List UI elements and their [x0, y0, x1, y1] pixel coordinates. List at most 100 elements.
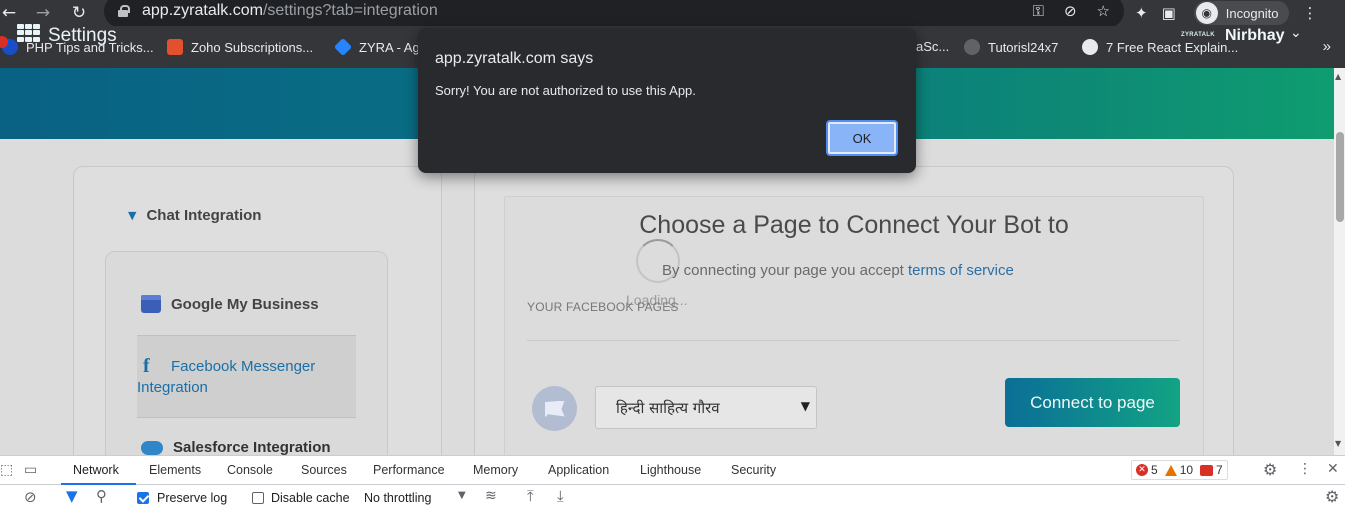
search-icon[interactable]: ⚲ — [96, 487, 107, 505]
page-select[interactable]: हिन्दी साहित्य गौरव ▼ — [595, 386, 817, 429]
dialog-message: Sorry! You are not authorized to use thi… — [435, 83, 696, 98]
apps-grid-icon[interactable] — [17, 24, 40, 42]
inspect-icon[interactable]: ⬚ — [0, 462, 13, 478]
tab-performance[interactable]: Performance — [373, 463, 445, 477]
sidebar-item-label: Google My Business — [171, 295, 319, 313]
page-avatar — [532, 386, 577, 431]
extensions-icon[interactable]: ✦ — [1135, 4, 1148, 22]
filter-icon[interactable]: ▼ — [66, 487, 78, 505]
bookmark-label: Zoho Subscriptions... — [191, 39, 314, 55]
menu-icon[interactable]: ⋮ — [1303, 4, 1318, 22]
page-scrollbar[interactable] — [1334, 68, 1345, 455]
chevron-down-icon[interactable]: ⌄ — [1290, 25, 1302, 41]
bookmark-item[interactable]: ZYRA - Ag — [333, 37, 420, 57]
sidebar-item-google-my-business[interactable]: Google My Business — [141, 295, 319, 313]
preserve-log-label: Preserve log — [157, 491, 228, 505]
bookmark-label: ZYRA - Ag — [359, 39, 420, 55]
scroll-thumb[interactable] — [1336, 132, 1344, 222]
react-icon — [1082, 39, 1098, 55]
url-host: app.zyratalk.com — [142, 2, 263, 19]
error-icon: ✕ — [1136, 464, 1148, 476]
url-path: /settings?tab=integration — [262, 2, 438, 19]
network-conditions-icon[interactable]: ≋ — [485, 488, 497, 504]
google-my-business-icon — [141, 295, 161, 313]
bookmark-item[interactable]: Zoho Subscriptions... — [167, 39, 313, 55]
warning-count: 10 — [1179, 463, 1194, 477]
disable-cache-label: Disable cache — [271, 491, 350, 505]
download-icon[interactable]: ⤓ — [557, 487, 564, 505]
dialog-title: app.zyratalk.com says — [435, 50, 594, 67]
tab-sources[interactable]: Sources — [301, 463, 347, 477]
disable-cache-checkbox[interactable] — [252, 492, 264, 504]
upload-icon[interactable]: ⤒ — [527, 487, 534, 505]
tab-security[interactable]: Security — [731, 463, 776, 477]
bookmark-label: aSc... — [916, 39, 950, 54]
back-icon[interactable]: ← — [0, 0, 24, 26]
tab-console[interactable]: Console — [227, 463, 273, 477]
user-menu[interactable]: Nirbhay — [1225, 27, 1285, 45]
lock-icon — [118, 5, 130, 17]
issues-counter[interactable]: ✕ 5 10 7 — [1131, 460, 1228, 480]
error-count: 5 — [1151, 463, 1158, 477]
close-icon[interactable]: ✕ — [1327, 461, 1339, 477]
tab-elements[interactable]: Elements — [149, 463, 201, 477]
scroll-up-icon[interactable]: ▲ — [1335, 72, 1341, 81]
ok-button[interactable]: OK — [826, 120, 898, 156]
reload-icon[interactable]: ↻ — [64, 0, 94, 26]
terms-of-service-link[interactable]: terms of service — [908, 262, 1014, 279]
salesforce-icon — [141, 440, 163, 455]
pages-header: YOUR FACEBOOK PAGES — [527, 300, 679, 314]
throttling-select[interactable]: No throttling — [364, 491, 431, 505]
divider — [527, 340, 1180, 341]
devtools-tabbar: ⬚ ▭ Network Elements Console Sources Per… — [0, 456, 1345, 485]
sidebar-item-salesforce[interactable]: Salesforce Integration — [141, 439, 331, 456]
jira-icon — [333, 37, 353, 57]
preserve-log-checkbox[interactable] — [137, 492, 149, 504]
bookmark-item[interactable]: Tutorisl24x7 — [964, 39, 1058, 55]
page-title: Settings — [48, 25, 117, 46]
chevron-down-icon: ▼ — [800, 399, 810, 413]
page-select-value: हिन्दी साहित्य गौरव — [616, 398, 720, 417]
sidebar-item-label: Salesforce Integration — [173, 439, 331, 456]
gear-icon[interactable]: ⚙ — [1263, 460, 1277, 479]
flag-icon — [544, 400, 565, 417]
chevron-down-icon: ▼ — [128, 209, 137, 222]
device-toolbar-icon[interactable]: ▭ — [24, 462, 37, 478]
eye-off-icon[interactable]: ⊘ — [1064, 2, 1077, 20]
network-settings-gear-icon[interactable]: ⚙ — [1325, 487, 1339, 506]
clear-icon[interactable]: ⊘ — [24, 488, 37, 506]
connect-title: Choose a Page to Connect Your Bot to — [639, 211, 1069, 239]
zoho-icon — [167, 39, 183, 55]
github-icon — [964, 39, 980, 55]
star-icon[interactable]: ☆ — [1097, 2, 1110, 20]
sidebar-item-label[interactable]: Facebook Messenger Integration — [137, 356, 347, 398]
incognito-label: Incognito — [1225, 5, 1279, 21]
more-options-icon[interactable]: ⋮ — [1298, 461, 1312, 477]
tab-memory[interactable]: Memory — [473, 463, 518, 477]
terms-text: By connecting your page you accept terms… — [662, 262, 1014, 279]
connect-to-page-button[interactable]: Connect to page — [1005, 378, 1180, 427]
tab-application[interactable]: Application — [548, 463, 609, 477]
sidebar-section-toggle[interactable]: ▼ Chat Integration — [128, 207, 261, 224]
bookmark-label: Tutorisl24x7 — [988, 39, 1059, 55]
tab-network[interactable]: Network — [73, 463, 119, 477]
alert-dialog: app.zyratalk.com says Sorry! You are not… — [418, 28, 916, 173]
side-panel-icon[interactable]: ▣ — [1162, 4, 1176, 22]
browser-toolbar: ← → ↻ app.zyratalk.com/settings?tab=inte… — [0, 0, 1345, 28]
issues-icon — [1200, 464, 1214, 476]
key-icon[interactable]: ⚿ — [1033, 2, 1044, 20]
chevron-down-icon[interactable]: ▼ — [458, 490, 466, 501]
brand-logo: ZYRATALK — [1181, 32, 1215, 38]
bookmarks-overflow-icon[interactable]: » — [1323, 38, 1331, 55]
bookmark-item[interactable]: 7 Free React Explain... — [1082, 39, 1238, 55]
scroll-down-icon[interactable]: ▼ — [1335, 439, 1341, 448]
active-tab-indicator — [61, 483, 136, 485]
tab-lighthouse[interactable]: Lighthouse — [640, 463, 701, 477]
address-bar[interactable]: app.zyratalk.com/settings?tab=integratio… — [104, 0, 1124, 28]
incognito-icon: ◉ — [1195, 2, 1218, 24]
incognito-badge[interactable]: ◉ Incognito — [1193, 1, 1289, 25]
warning-icon — [1164, 464, 1177, 476]
forward-icon[interactable]: → — [28, 0, 58, 26]
bookmark-item[interactable]: aSc... — [916, 39, 949, 54]
issue-count: 7 — [1216, 463, 1223, 477]
